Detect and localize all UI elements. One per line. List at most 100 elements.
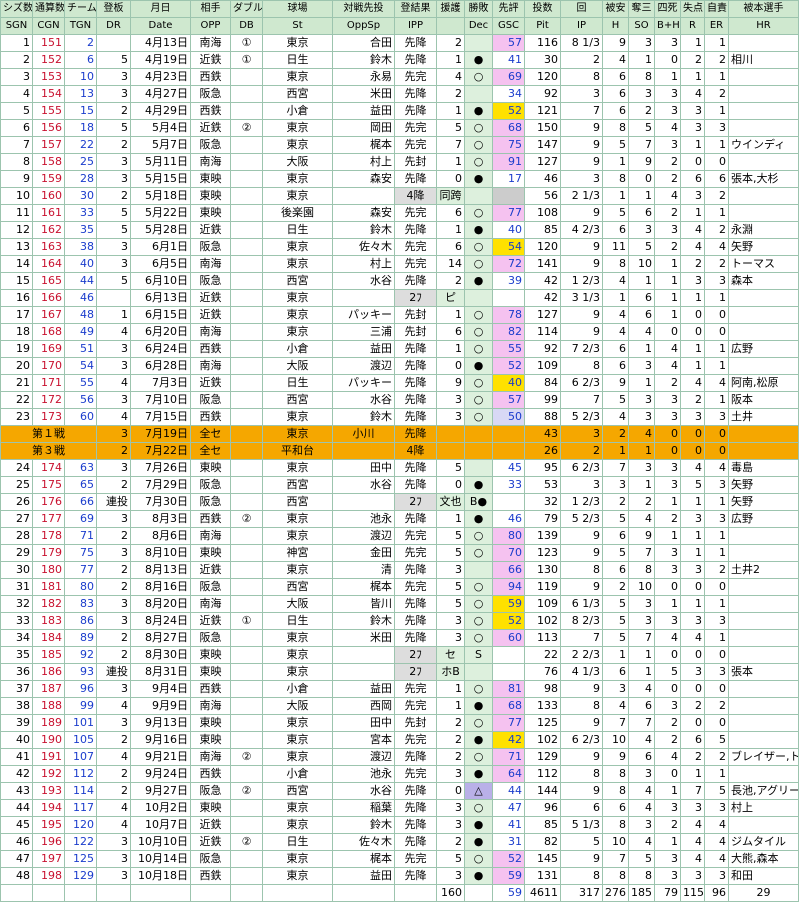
cell-ipp: 先降 <box>394 561 437 579</box>
cell-dec: ● <box>464 221 493 239</box>
cell-r: 2 <box>680 697 705 715</box>
cell-ip: 9 <box>560 544 603 562</box>
cell-bh: 2 <box>654 238 681 256</box>
cell-cgn: 160 <box>32 187 65 205</box>
cell-tgn: 54 <box>64 357 97 375</box>
cell-oppsp: パッキー <box>332 306 395 324</box>
cell-tgn: 99 <box>64 697 97 715</box>
cell-ipp: 先完 <box>394 850 437 868</box>
cell-st: 小倉 <box>262 680 333 698</box>
cell-date: 9月27日 <box>130 782 191 800</box>
cell-er: 0 <box>704 578 729 596</box>
cell-bh: 1 <box>654 595 681 613</box>
cell-sgn: 23 <box>0 408 33 426</box>
cell-date: 10月10日 <box>130 833 191 851</box>
cell-r: 0 <box>680 153 705 171</box>
cell-date: 4月29日 <box>130 102 191 120</box>
cell-so: 4 <box>628 782 655 800</box>
cell-h: 5 <box>602 510 629 528</box>
cell-ip: 5 2/3 <box>560 408 603 426</box>
cell-cgn: 173 <box>32 408 65 426</box>
cell-dr: 2 <box>96 578 131 596</box>
cell-st: 東京 <box>262 816 333 834</box>
cell-oppsp: 渡辺 <box>332 748 395 766</box>
cell-oppsp: 鈴木 <box>332 51 395 69</box>
cell-date: 6月20日 <box>130 323 191 341</box>
table-row: 2 152 6 5 4月19日 近鉄 ① 日生 鈴木 先降 1 ● 41 30 2 4 1 0 2 2 相川 <box>0 51 799 69</box>
cell-date: 8月30日 <box>130 646 191 664</box>
cell-run: 5 <box>436 459 465 477</box>
cell-gsc: 77 <box>492 204 525 222</box>
cell-ip: 8 <box>560 867 603 885</box>
header-cell: 勝敗 <box>464 0 493 18</box>
cell-db <box>230 255 263 273</box>
cell-er: 4 <box>704 833 729 851</box>
cell-so: 1 <box>628 187 655 205</box>
cell-r: 4 <box>680 221 705 239</box>
cell-oppsp: 永易 <box>332 68 395 86</box>
cell-run: 4 <box>436 68 465 86</box>
cell-run: 3 <box>436 816 465 834</box>
cell-gsc: 31 <box>492 833 525 851</box>
cell-ip: 3 <box>560 425 603 443</box>
total-er: 96 <box>704 884 729 902</box>
cell-er: 3 <box>704 663 729 681</box>
cell-opp: 阪急 <box>190 578 231 596</box>
cell-db <box>230 595 263 613</box>
cell-oppsp <box>332 646 395 664</box>
table-row: 8 158 25 3 5月11日 南海 大阪 村上 先封 1 ○ 91 127 9 1 9 2 0 0 <box>0 153 799 171</box>
cell-ip: 9 <box>560 527 603 545</box>
cell-dec <box>464 442 493 460</box>
table-row: 20 170 54 3 6月28日 南海 大阪 渡辺 先降 0 ● 52 109 8 6 3 4 1 1 <box>0 357 799 375</box>
cell-bh: 3 <box>654 561 681 579</box>
cell-er: 5 <box>704 731 729 749</box>
cell-hr <box>728 697 799 715</box>
cell-ipp: 先降 <box>394 85 437 103</box>
cell-dr: 3 <box>96 680 131 698</box>
cell-bh: 3 <box>654 102 681 120</box>
cell-sgn: 21 <box>0 374 33 392</box>
cell-er: 2 <box>704 748 729 766</box>
cell-r: 2 <box>680 391 705 409</box>
cell-pit: 120 <box>524 68 561 86</box>
cell-db <box>230 527 263 545</box>
table-row: 21 171 55 4 7月3日 近鉄 日生 パッキー 先降 9 ○ 40 84 6 2/3 9 1 2 4 4 阿南… <box>0 374 799 392</box>
cell-dr: 3 <box>96 357 131 375</box>
cell-oppsp <box>332 289 395 307</box>
cell-opp: 東映 <box>190 731 231 749</box>
cell-bh: 3 <box>654 612 681 630</box>
cell-ipp: 先降 <box>394 391 437 409</box>
table-row: 3 153 10 3 4月23日 西鉄 東京 永易 先完 4 ○ 69 120 8 6 8 1 1 1 <box>0 68 799 86</box>
cell-st: 西宮 <box>262 272 333 290</box>
cell-dec: ○ <box>464 799 493 817</box>
cell-gsc: 34 <box>492 85 525 103</box>
cell-sgn: 25 <box>0 476 33 494</box>
cell-db <box>230 867 263 885</box>
cell-dr: 2 <box>96 527 131 545</box>
cell-db <box>230 68 263 86</box>
total-so: 185 <box>628 884 655 902</box>
cell-run: 0 <box>436 170 465 188</box>
cell-er: 1 <box>704 34 729 52</box>
cell-h: 4 <box>602 323 629 341</box>
cell-hr <box>728 442 799 460</box>
cell-date: 7月30日 <box>130 493 191 511</box>
cell-gsc: 50 <box>492 408 525 426</box>
table-row: 11 161 33 5 5月22日 東映 後楽園 森安 先完 6 ○ 77 108 9 5 6 2 1 1 <box>0 204 799 222</box>
cell-pit: 129 <box>524 748 561 766</box>
cell-dec: ● <box>464 697 493 715</box>
cell-gsc: 40 <box>492 374 525 392</box>
cell-gsc: 69 <box>492 68 525 86</box>
cell-tgn: 48 <box>64 306 97 324</box>
cell-cgn: 187 <box>32 680 65 698</box>
cell-ip: 9 <box>560 680 603 698</box>
cell-cgn: 159 <box>32 170 65 188</box>
cell-pit: 133 <box>524 697 561 715</box>
cell-dr: 2 <box>96 561 131 579</box>
cell-ipp: 2ﾌ <box>394 289 437 307</box>
cell-st: 東京 <box>262 187 333 205</box>
cell-r: 4 <box>680 374 705 392</box>
cell-bh: 1 <box>654 833 681 851</box>
cell-db <box>230 340 263 358</box>
cell-r: 0 <box>680 646 705 664</box>
